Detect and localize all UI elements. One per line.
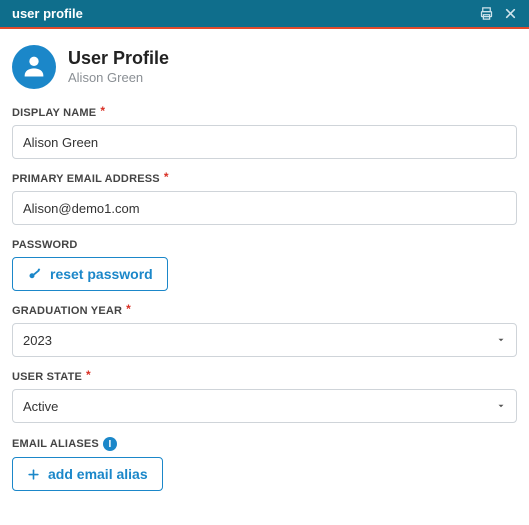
field-label: GRADUATION YEAR * (12, 305, 517, 317)
label-text: USER STATE (12, 371, 82, 383)
select-value: 2023 (23, 333, 52, 348)
plus-icon (27, 468, 40, 481)
field-graduation-year: GRADUATION YEAR * 2023 (12, 305, 517, 357)
avatar (12, 45, 56, 89)
field-display-name: DISPLAY NAME * Alison Green (12, 107, 517, 159)
profile-heading: User Profile (68, 49, 169, 69)
input-value: Alison@demo1.com (23, 201, 140, 216)
add-email-alias-button[interactable]: add email alias (12, 457, 163, 491)
modal-header: user profile (0, 0, 529, 29)
modal-body: User Profile Alison Green DISPLAY NAME *… (0, 29, 529, 525)
label-text: PASSWORD (12, 239, 78, 251)
close-icon[interactable] (504, 7, 517, 20)
print-icon[interactable] (479, 6, 494, 21)
profile-summary: User Profile Alison Green (12, 45, 517, 89)
label-text: GRADUATION YEAR (12, 305, 122, 317)
button-label: add email alias (48, 466, 148, 482)
graduation-year-select[interactable]: 2023 (12, 323, 517, 357)
required-marker: * (100, 105, 105, 117)
required-marker: * (86, 369, 91, 381)
caret-down-icon (496, 333, 506, 348)
field-user-state: USER STATE * Active (12, 371, 517, 423)
info-icon[interactable]: i (103, 437, 117, 451)
button-label: reset password (50, 266, 153, 282)
user-icon (20, 52, 48, 83)
field-label: DISPLAY NAME * (12, 107, 517, 119)
field-primary-email: PRIMARY EMAIL ADDRESS * Alison@demo1.com (12, 173, 517, 225)
label-text: DISPLAY NAME (12, 107, 96, 119)
required-marker: * (164, 171, 169, 183)
profile-text: User Profile Alison Green (68, 49, 169, 85)
profile-subheading: Alison Green (68, 71, 169, 85)
field-label: USER STATE * (12, 371, 517, 383)
field-label: PRIMARY EMAIL ADDRESS * (12, 173, 517, 185)
required-marker: * (126, 303, 131, 315)
field-email-aliases: EMAIL ALIASES i add email alias (12, 437, 517, 491)
field-label: PASSWORD (12, 239, 517, 251)
modal-title: user profile (12, 6, 83, 21)
select-value: Active (23, 399, 58, 414)
key-icon (27, 267, 42, 282)
user-state-select[interactable]: Active (12, 389, 517, 423)
label-text: PRIMARY EMAIL ADDRESS (12, 173, 160, 185)
caret-down-icon (496, 399, 506, 414)
input-value: Alison Green (23, 135, 98, 150)
reset-password-button[interactable]: reset password (12, 257, 168, 291)
modal-actions (479, 6, 517, 21)
label-text: EMAIL ALIASES (12, 438, 99, 450)
primary-email-input[interactable]: Alison@demo1.com (12, 191, 517, 225)
field-label: EMAIL ALIASES i (12, 437, 517, 451)
field-password: PASSWORD reset password (12, 239, 517, 291)
display-name-input[interactable]: Alison Green (12, 125, 517, 159)
